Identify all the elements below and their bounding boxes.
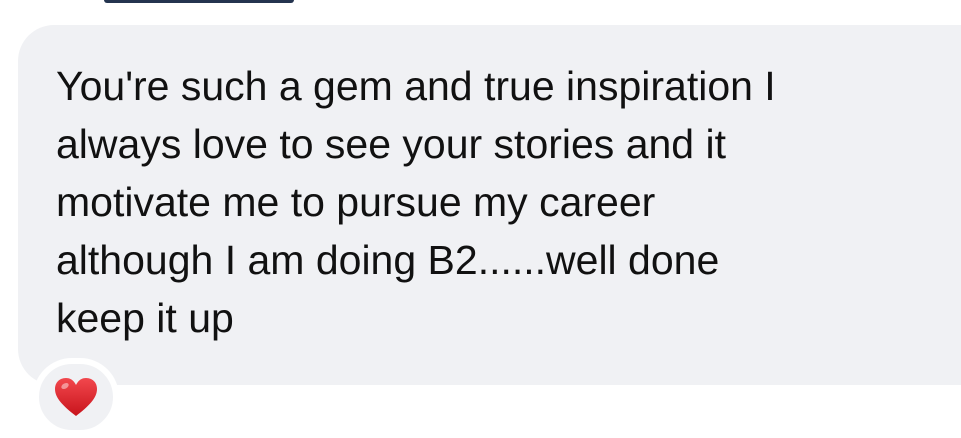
message-bubble[interactable]: You're such a gem and true inspiration I… [18, 25, 961, 385]
message-line: motivate me to pursue my career [56, 179, 656, 225]
message-line: although I am doing B2......well done [56, 237, 720, 283]
previous-item-edge [104, 0, 294, 3]
message-line: keep it up [56, 295, 234, 341]
message-thread: You're such a gem and true inspiration I… [0, 0, 961, 438]
message-line: always love to see your stories and it [56, 121, 726, 167]
heart-icon [53, 376, 99, 418]
message-line: You're such a gem and true inspiration I [56, 63, 776, 109]
reaction-badge[interactable] [33, 358, 119, 436]
message-text: You're such a gem and true inspiration I… [56, 57, 961, 347]
